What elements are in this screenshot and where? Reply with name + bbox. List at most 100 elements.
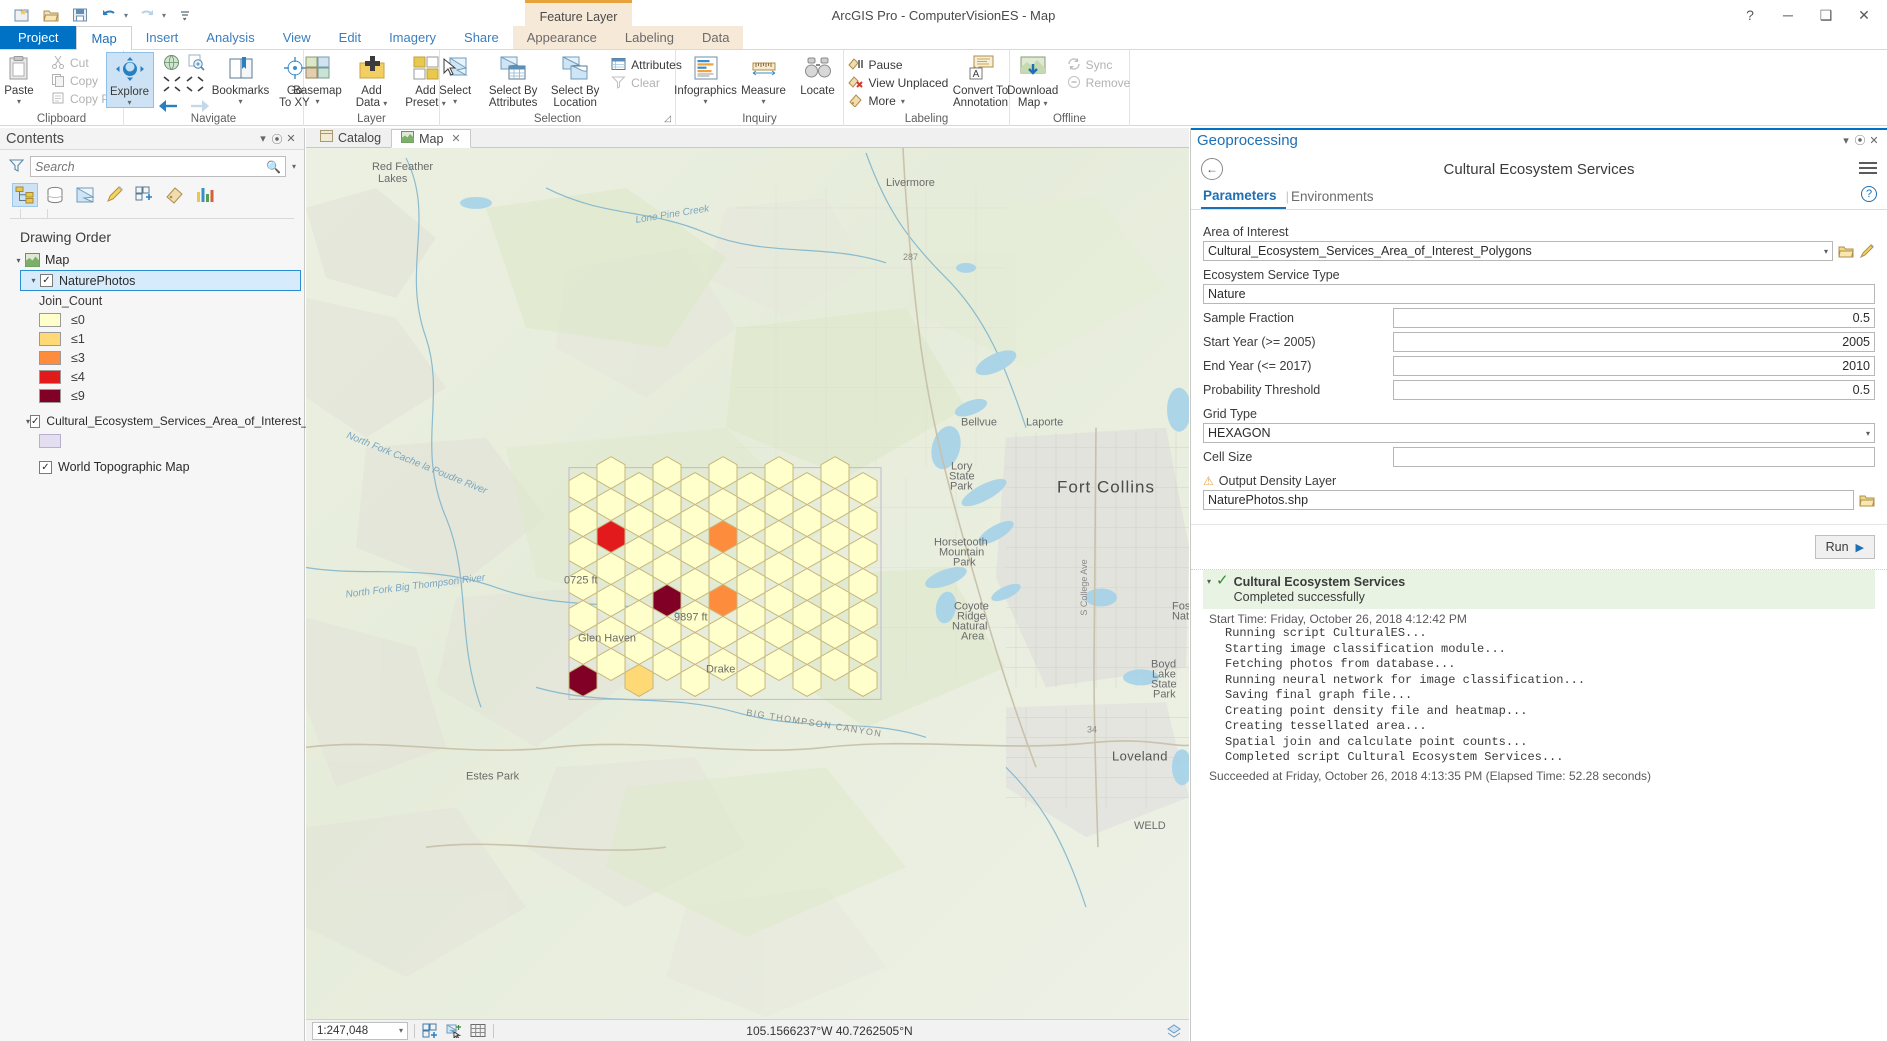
end-year-input[interactable]: 2010: [1393, 356, 1875, 376]
bookmarks-button[interactable]: Bookmarks ▾: [212, 52, 269, 106]
new-project-icon[interactable]: [12, 5, 32, 25]
explore-dropdown-caret[interactable]: ▾: [127, 98, 131, 107]
customize-quick-access-icon[interactable]: [175, 5, 195, 25]
explore-button[interactable]: Explore ▾: [105, 52, 154, 108]
area-of-interest-combo[interactable]: Cultural_Ecosystem_Services_Area_of_Inte…: [1203, 241, 1833, 261]
legend-item[interactable]: ≤4: [6, 367, 304, 386]
tab-imagery[interactable]: Imagery: [375, 26, 450, 49]
help-question-icon[interactable]: ?: [1861, 186, 1877, 202]
output-density-layer-input[interactable]: NaturePhotos.shp: [1203, 490, 1854, 510]
message-expander-icon[interactable]: ▾: [1207, 574, 1211, 586]
geoprocessing-pin-button[interactable]: ⦿: [1853, 132, 1867, 148]
more-labeling-caret[interactable]: ▾: [901, 97, 905, 106]
legend-item[interactable]: ≤1: [6, 329, 304, 348]
list-by-drawing-order-icon[interactable]: [12, 183, 38, 207]
draw-polygon-icon[interactable]: [1858, 242, 1875, 260]
list-by-editing-icon[interactable]: [102, 183, 128, 207]
list-by-charts-icon[interactable]: [192, 183, 218, 207]
measure-dropdown-caret[interactable]: ▾: [761, 97, 765, 106]
add-data-button[interactable]: Add Data ▾: [345, 52, 399, 110]
map-canvas[interactable]: Red Feather Lakes Lone Pine Creek Liverm…: [306, 148, 1189, 1019]
basemap-visibility-checkbox[interactable]: ✓: [39, 460, 52, 474]
contents-panel-menu-button[interactable]: ▾: [256, 132, 270, 145]
select-dropdown-caret[interactable]: ▾: [453, 97, 457, 106]
list-by-labeling-icon[interactable]: [162, 183, 188, 207]
download-map-caret[interactable]: ▾: [1043, 99, 1047, 108]
select-by-location-button[interactable]: Select By Location: [544, 52, 606, 109]
sync-button[interactable]: Sync: [1062, 56, 1136, 74]
aoi-visibility-checkbox[interactable]: ✓: [30, 414, 41, 428]
select-by-attributes-button[interactable]: Select By Attributes: [482, 52, 544, 109]
full-extent-icon[interactable]: [163, 54, 180, 74]
legend-item[interactable]: ≤3: [6, 348, 304, 367]
list-by-selection-icon[interactable]: [72, 183, 98, 207]
selection-dialog-launcher[interactable]: ◿: [664, 113, 671, 124]
tab-analysis[interactable]: Analysis: [192, 26, 268, 49]
bookmarks-dropdown-caret[interactable]: ▾: [238, 97, 242, 106]
browse-folder-icon[interactable]: [1837, 242, 1854, 260]
remove-offline-button[interactable]: Remove: [1062, 74, 1136, 92]
measure-button[interactable]: Measure ▾: [737, 52, 791, 106]
tab-map-view[interactable]: Map ✕: [391, 129, 471, 148]
probability-threshold-input[interactable]: 0.5: [1393, 380, 1875, 400]
hamburger-menu-icon[interactable]: [1859, 159, 1877, 177]
tab-labeling[interactable]: Labeling: [611, 26, 688, 49]
convert-to-annotation-button[interactable]: A Convert To Annotation: [951, 52, 1011, 109]
infographics-button[interactable]: Infographics ▾: [674, 52, 737, 106]
search-icon[interactable]: 🔍: [266, 160, 281, 174]
cell-size-input[interactable]: [1393, 447, 1875, 467]
tab-map[interactable]: Map: [76, 26, 132, 50]
map-scale-caret[interactable]: ▾: [399, 1026, 403, 1035]
zoom-out-arrows-icon[interactable]: [185, 75, 205, 96]
tree-node-map[interactable]: ▾ Map: [6, 250, 304, 270]
sample-fraction-input[interactable]: 0.5: [1393, 308, 1875, 328]
draw-order-icon[interactable]: [1165, 1022, 1183, 1040]
add-to-selection-icon[interactable]: [421, 1022, 439, 1040]
legend-item[interactable]: ≤9: [6, 386, 304, 405]
tab-environments[interactable]: Environments: [1289, 189, 1383, 208]
paste-dropdown-caret[interactable]: ▾: [17, 97, 21, 106]
start-year-input[interactable]: 2005: [1393, 332, 1875, 352]
redo-icon[interactable]: [137, 5, 157, 25]
tab-data[interactable]: Data: [688, 26, 743, 49]
undo-icon[interactable]: [99, 5, 119, 25]
filter-funnel-icon[interactable]: [8, 158, 24, 175]
search-input-wrapper[interactable]: 🔍: [30, 156, 286, 177]
tab-catalog[interactable]: Catalog: [310, 128, 391, 147]
ecosystem-service-type-input[interactable]: Nature: [1203, 284, 1875, 304]
restore-button[interactable]: ❑: [1817, 7, 1835, 24]
zoom-in-arrows-icon[interactable]: [162, 75, 182, 96]
run-button[interactable]: Run ▶: [1814, 535, 1875, 559]
map-scale-selector[interactable]: 1:247,048 ▾: [312, 1021, 408, 1040]
grid-type-caret[interactable]: ▾: [1860, 429, 1870, 438]
minimize-button[interactable]: ─: [1779, 7, 1797, 23]
basemap-dropdown-caret[interactable]: ▾: [315, 97, 319, 106]
browse-folder-icon[interactable]: [1858, 491, 1875, 509]
tab-parameters[interactable]: Parameters: [1201, 188, 1286, 209]
grid-icon[interactable]: [469, 1022, 487, 1040]
tab-appearance[interactable]: Appearance: [513, 26, 611, 49]
help-button[interactable]: ?: [1741, 7, 1759, 23]
tab-view[interactable]: View: [269, 26, 325, 49]
open-project-icon[interactable]: [41, 5, 61, 25]
download-map-button[interactable]: Download Map ▾: [1004, 52, 1062, 110]
map-expander-icon[interactable]: ▾: [12, 256, 25, 265]
list-by-snapping-icon[interactable]: [132, 183, 158, 207]
paste-button[interactable]: Paste ▾: [0, 52, 46, 106]
tab-share[interactable]: Share: [450, 26, 513, 49]
more-labeling-button[interactable]: More ▾: [843, 92, 951, 110]
geoprocessing-close-button[interactable]: ✕: [1867, 134, 1881, 147]
naturephotos-expander-icon[interactable]: ▾: [27, 276, 40, 285]
locate-button[interactable]: Locate: [791, 52, 845, 97]
list-by-data-source-icon[interactable]: [42, 183, 68, 207]
close-button[interactable]: ✕: [1855, 7, 1873, 24]
select-button[interactable]: Select ▾: [428, 52, 482, 106]
area-of-interest-caret[interactable]: ▾: [1818, 247, 1828, 256]
sidebar-item-aoi-polygons[interactable]: ▾ ✓ Cultural_Ecosystem_Services_Area_of_…: [20, 411, 357, 431]
close-map-tab-icon[interactable]: ✕: [451, 132, 460, 145]
sidebar-item-world-topographic-map[interactable]: ▾ ✓ World Topographic Map: [20, 457, 304, 477]
undo-dropdown-caret[interactable]: ▾: [124, 11, 128, 20]
tab-insert[interactable]: Insert: [132, 26, 193, 49]
tab-edit[interactable]: Edit: [325, 26, 375, 49]
message-status-header[interactable]: ▾ ✓ Cultural Ecosystem Services Complete…: [1203, 570, 1875, 609]
